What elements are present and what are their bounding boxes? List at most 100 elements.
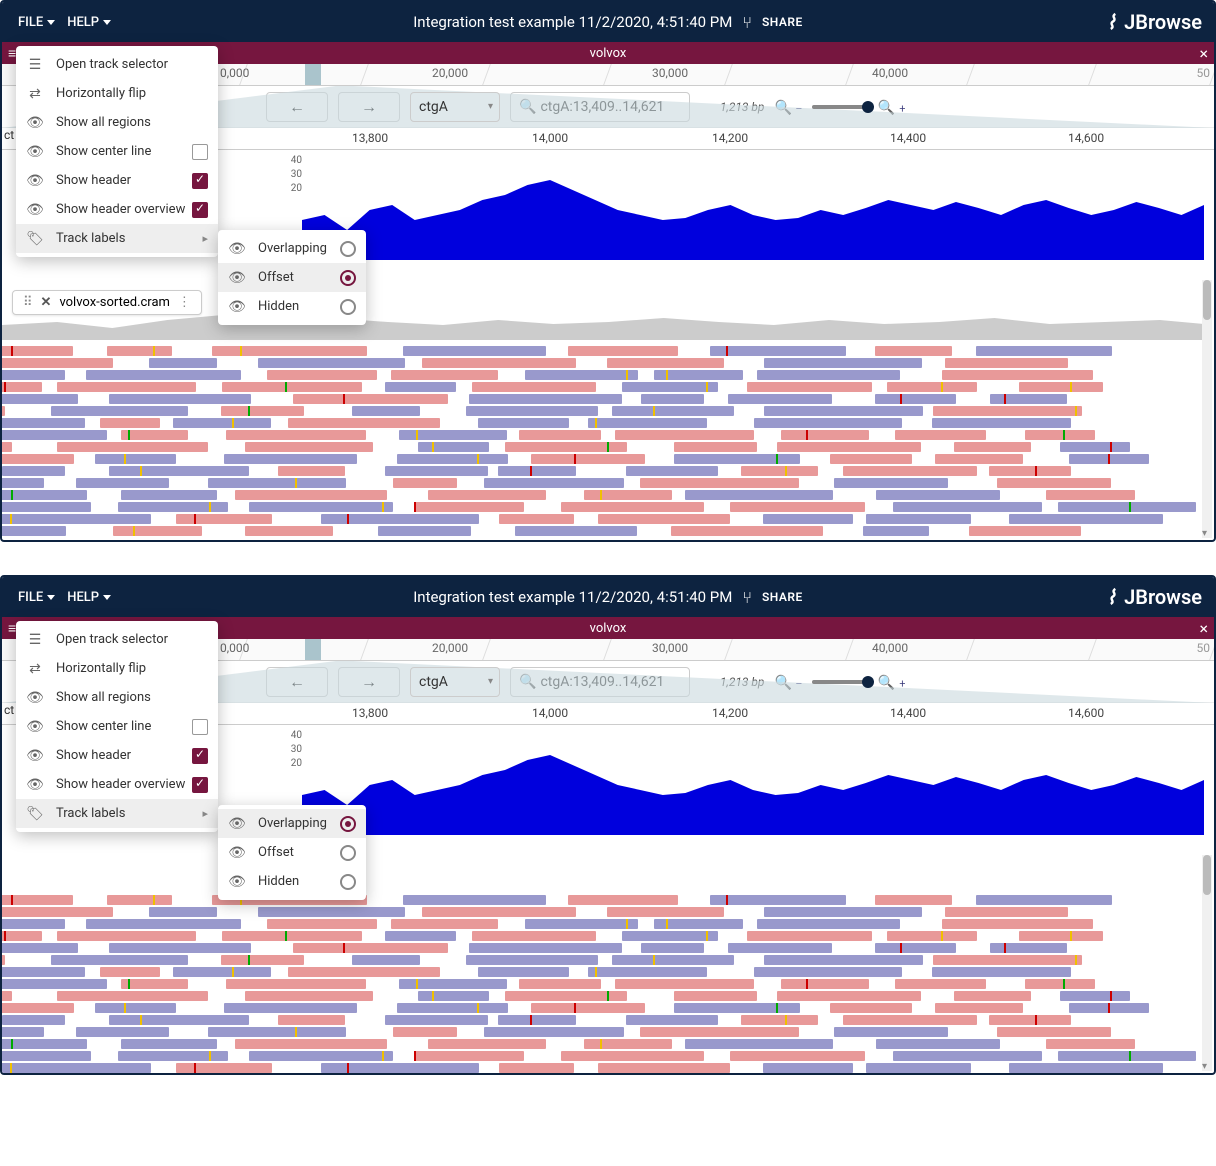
aligned-read[interactable] xyxy=(674,454,800,464)
aligned-read[interactable] xyxy=(149,907,216,917)
aligned-read[interactable] xyxy=(1060,991,1130,1001)
zoom-in-icon[interactable]: 🔍﹢ xyxy=(878,97,909,117)
aligned-read[interactable] xyxy=(484,478,624,488)
aligned-read[interactable] xyxy=(741,1015,817,1025)
aligned-read[interactable] xyxy=(391,370,498,380)
aligned-read[interactable] xyxy=(2,967,85,977)
aligned-read[interactable] xyxy=(933,406,1081,416)
aligned-read[interactable] xyxy=(278,466,345,476)
aligned-read[interactable] xyxy=(866,514,971,524)
aligned-read[interactable] xyxy=(118,502,227,512)
aligned-read[interactable] xyxy=(385,931,455,941)
aligned-read[interactable] xyxy=(2,919,65,929)
aligned-read[interactable] xyxy=(607,358,723,368)
aligned-read[interactable] xyxy=(2,979,107,989)
aligned-read[interactable] xyxy=(267,919,377,929)
aligned-read[interactable] xyxy=(741,466,817,476)
aligned-read[interactable] xyxy=(498,466,576,476)
pan-right-button[interactable]: → xyxy=(338,667,400,697)
aligned-read[interactable] xyxy=(245,991,373,1001)
aligned-read[interactable] xyxy=(598,1063,730,1073)
aligned-read[interactable] xyxy=(478,967,568,977)
aligned-read[interactable] xyxy=(113,526,202,536)
aligned-read[interactable] xyxy=(2,454,74,464)
aligned-read[interactable] xyxy=(519,430,602,440)
aligned-read[interactable] xyxy=(626,1015,718,1025)
aligned-read[interactable] xyxy=(51,955,187,965)
aligned-read[interactable] xyxy=(118,1051,227,1061)
aligned-read[interactable] xyxy=(781,430,868,440)
aligned-read[interactable] xyxy=(2,430,107,440)
drag-handle-icon[interactable]: ≡ xyxy=(8,45,16,62)
aligned-read[interactable] xyxy=(57,442,209,452)
aligned-read[interactable] xyxy=(754,967,902,977)
aligned-read[interactable] xyxy=(258,358,405,368)
vertical-scrollbar[interactable] xyxy=(1202,855,1212,1071)
aligned-read[interactable] xyxy=(969,526,1081,536)
scroll-down-icon[interactable]: ▾ xyxy=(1202,528,1212,538)
aligned-read[interactable] xyxy=(418,991,489,1001)
aligned-read[interactable] xyxy=(584,490,671,500)
aligned-read[interactable] xyxy=(875,943,956,953)
menu-item-horizontally-flip[interactable]: ⇄Horizontally flip xyxy=(16,654,218,683)
pan-left-button[interactable]: ← xyxy=(266,667,328,697)
aligned-read[interactable] xyxy=(710,895,846,905)
aligned-read[interactable] xyxy=(2,1003,74,1013)
menu-item-track-labels[interactable]: 🏷Track labels▸ xyxy=(16,799,218,828)
aligned-read[interactable] xyxy=(2,1063,151,1073)
aligned-read[interactable] xyxy=(935,454,1023,464)
aligned-read[interactable] xyxy=(107,346,172,356)
aligned-read[interactable] xyxy=(221,955,304,965)
reads-pileup[interactable] xyxy=(2,346,1200,540)
aligned-read[interactable] xyxy=(2,358,113,368)
aligned-read[interactable] xyxy=(641,394,704,404)
aligned-read[interactable] xyxy=(640,1027,799,1037)
aligned-read[interactable] xyxy=(121,1039,217,1049)
aligned-read[interactable] xyxy=(109,466,248,476)
share-icon[interactable]: ⑂ xyxy=(742,588,752,607)
aligned-read[interactable] xyxy=(641,943,704,953)
aligned-read[interactable] xyxy=(728,943,832,953)
reads-pileup[interactable] xyxy=(2,895,1200,1073)
aligned-read[interactable] xyxy=(2,382,42,392)
aligned-read[interactable] xyxy=(100,967,160,977)
scroll-down-icon[interactable]: ▾ xyxy=(1202,1061,1212,1071)
aligned-read[interactable] xyxy=(208,478,346,488)
aligned-read[interactable] xyxy=(249,502,393,512)
aligned-read[interactable] xyxy=(942,370,1093,380)
aligned-read[interactable] xyxy=(607,907,723,917)
aligned-read[interactable] xyxy=(107,895,172,905)
aligned-read[interactable] xyxy=(895,979,985,989)
aligned-read[interactable] xyxy=(208,1027,346,1037)
aligned-read[interactable] xyxy=(258,907,405,917)
checkbox[interactable] xyxy=(192,777,208,793)
aligned-read[interactable] xyxy=(109,943,251,953)
drag-handle-icon[interactable]: ⠿ xyxy=(23,295,33,310)
aligned-read[interactable] xyxy=(561,502,704,512)
aligned-read[interactable] xyxy=(887,931,977,941)
aligned-read[interactable] xyxy=(519,979,602,989)
aligned-read[interactable] xyxy=(176,514,272,524)
aligned-read[interactable] xyxy=(997,478,1111,488)
zoom-in-icon[interactable]: 🔍﹢ xyxy=(878,672,909,692)
radio[interactable] xyxy=(340,241,356,257)
aligned-read[interactable] xyxy=(472,931,596,941)
aligned-read[interactable] xyxy=(393,1027,457,1037)
aligned-read[interactable] xyxy=(176,1063,272,1073)
aligned-read[interactable] xyxy=(245,526,333,536)
aligned-read[interactable] xyxy=(561,1051,704,1061)
aligned-read[interactable] xyxy=(2,931,42,941)
aligned-read[interactable] xyxy=(1009,514,1163,524)
radio[interactable] xyxy=(340,299,356,315)
aligned-read[interactable] xyxy=(525,919,638,929)
pan-left-button[interactable]: ← xyxy=(266,92,328,122)
aligned-read[interactable] xyxy=(121,979,188,989)
aligned-read[interactable] xyxy=(1058,502,1196,512)
aligned-read[interactable] xyxy=(278,1015,345,1025)
aligned-read[interactable] xyxy=(2,418,85,428)
aligned-read[interactable] xyxy=(990,943,1067,953)
submenu-item-offset[interactable]: 👁Offset xyxy=(218,838,366,867)
aligned-read[interactable] xyxy=(2,466,65,476)
aligned-read[interactable] xyxy=(895,430,985,440)
aligned-read[interactable] xyxy=(293,394,448,404)
